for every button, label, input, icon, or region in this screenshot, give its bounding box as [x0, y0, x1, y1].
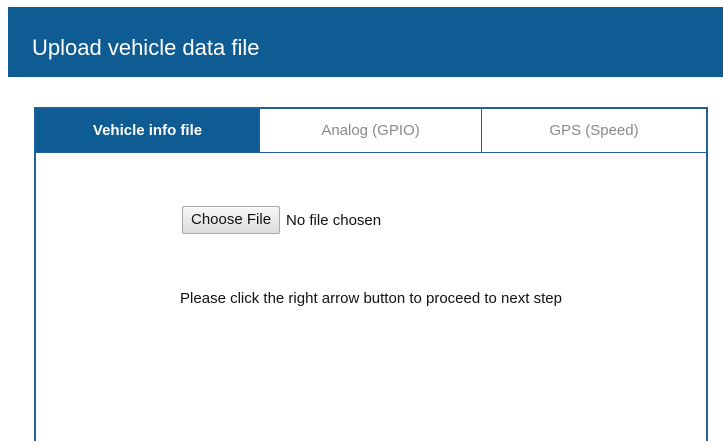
tab-vehicle-info-file[interactable]: Vehicle info file	[36, 109, 260, 152]
tab-label: Vehicle info file	[92, 122, 203, 139]
instruction-text: Please click the right arrow button to p…	[180, 290, 562, 307]
upload-tabs: Vehicle info file Analog (GPIO) GPS (Spe…	[36, 109, 706, 153]
page-title: Upload vehicle data file	[32, 35, 260, 60]
tab-analog-gpio[interactable]: Analog (GPIO)	[260, 109, 482, 152]
page-header: Upload vehicle data file	[8, 7, 723, 77]
file-picker: Choose File No file chosen	[182, 206, 381, 234]
tab-label: Analog (GPIO)	[321, 122, 420, 139]
choose-file-button[interactable]: Choose File	[182, 206, 281, 234]
file-status: No file chosen	[286, 211, 382, 229]
tab-gps-speed[interactable]: GPS (Speed)	[482, 109, 706, 152]
upload-panel: Vehicle info file Analog (GPIO) GPS (Spe…	[34, 107, 708, 441]
tab-label: GPS (Speed)	[549, 122, 639, 139]
page: Upload vehicle data file Vehicle info fi…	[0, 0, 723, 441]
